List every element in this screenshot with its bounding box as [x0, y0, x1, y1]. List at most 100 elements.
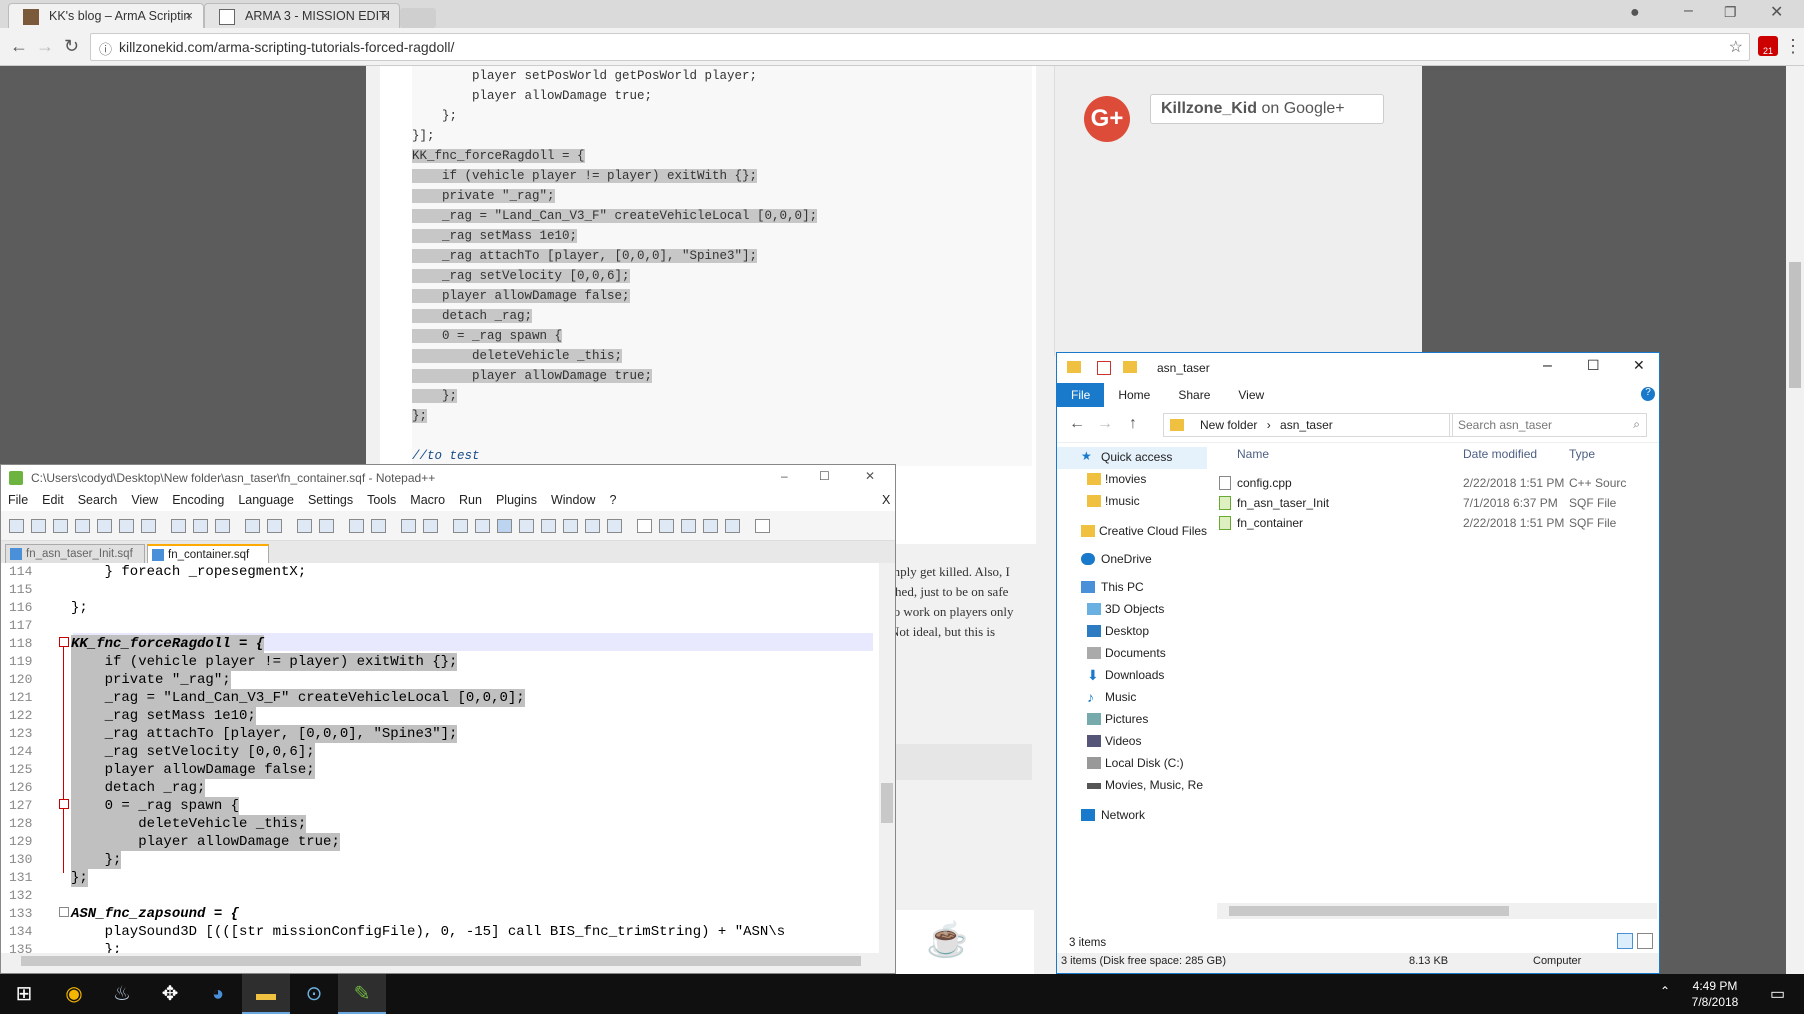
nav-pictures[interactable]: Pictures — [1057, 709, 1207, 731]
monitoring-icon[interactable] — [585, 519, 600, 533]
list-scroll-thumb[interactable] — [1229, 906, 1509, 916]
editor-horizontal-scrollbar[interactable] — [1, 953, 895, 969]
new-folder-icon[interactable] — [1123, 361, 1137, 373]
arma-launcher-icon[interactable]: ⊙ — [290, 974, 338, 1014]
sync-vertical-icon[interactable] — [401, 519, 416, 533]
fold-marker-icon[interactable] — [59, 637, 69, 647]
zoom-in-icon[interactable] — [349, 519, 364, 533]
record-macro-icon[interactable] — [637, 519, 652, 533]
dev-app-icon[interactable]: ✥ — [146, 974, 194, 1014]
up-icon[interactable]: ↑ — [1129, 415, 1137, 433]
nav-onedrive[interactable]: OneDrive — [1057, 549, 1207, 571]
menu-window[interactable]: Window — [544, 491, 602, 509]
chrome-menu-icon[interactable]: ⋮ — [1784, 36, 1802, 57]
fold-marker-icon[interactable] — [59, 799, 69, 809]
menu-file[interactable]: File — [1, 491, 35, 509]
maximize-icon[interactable]: ☐ — [819, 469, 830, 483]
indent-guide-icon[interactable] — [497, 519, 512, 533]
details-view-icon[interactable] — [1617, 933, 1633, 949]
forward-icon[interactable]: → — [1097, 415, 1113, 433]
bookmark-star-icon[interactable]: ☆ — [1729, 37, 1743, 57]
nav-network[interactable]: Network — [1057, 805, 1207, 827]
sync-horizontal-icon[interactable] — [423, 519, 438, 533]
close-document-button[interactable]: X — [875, 491, 897, 509]
google-plus-badge[interactable]: Killzone_Kid on Google+ — [1150, 94, 1384, 124]
replace-icon[interactable] — [319, 519, 334, 533]
stop-macro-icon[interactable] — [659, 519, 674, 533]
show-all-chars-icon[interactable] — [475, 519, 490, 533]
spell-check-icon[interactable] — [755, 519, 770, 533]
ribbon-tab-home[interactable]: Home — [1104, 383, 1164, 407]
doc-map-icon[interactable] — [519, 519, 534, 533]
nav-documents[interactable]: Documents — [1057, 643, 1207, 665]
close-icon[interactable]: ✕ — [1633, 357, 1645, 374]
find-icon[interactable] — [297, 519, 312, 533]
menu-help[interactable]: ? — [602, 491, 623, 509]
close-window-icon[interactable]: ✕ — [1770, 2, 1783, 22]
back-icon[interactable]: ← — [10, 36, 28, 57]
help-icon[interactable]: ? — [1641, 387, 1655, 401]
close-file-icon[interactable] — [97, 519, 112, 533]
cut-icon[interactable] — [171, 519, 186, 533]
menu-language[interactable]: Language — [231, 491, 301, 509]
menu-search[interactable]: Search — [71, 491, 125, 509]
file-row[interactable]: fn_container 2/22/2018 1:51 PM SQF File — [1217, 513, 1659, 533]
function-list-icon[interactable] — [541, 519, 556, 533]
tab-close-icon[interactable]: × — [381, 8, 389, 23]
undo-icon[interactable] — [245, 519, 260, 533]
view-icon[interactable] — [607, 519, 622, 533]
fold-marker-icon[interactable] — [59, 907, 69, 917]
nav-downloads[interactable]: ⬇ Downloads — [1057, 665, 1207, 687]
large-icons-view-icon[interactable] — [1637, 933, 1653, 949]
menu-encoding[interactable]: Encoding — [165, 491, 231, 509]
menu-view[interactable]: View — [124, 491, 165, 509]
play-macro-icon[interactable] — [681, 519, 696, 533]
minimize-icon[interactable]: – — [1684, 2, 1693, 20]
uplay-icon[interactable]: ◕ — [194, 974, 242, 1014]
print-icon[interactable] — [141, 519, 156, 533]
word-wrap-icon[interactable] — [453, 519, 468, 533]
redo-icon[interactable] — [267, 519, 282, 533]
nav-this-pc[interactable]: This PC — [1057, 577, 1207, 599]
explorer-title-bar[interactable]: asn_taser – ☐ ✕ — [1057, 353, 1659, 383]
list-horizontal-scrollbar[interactable] — [1217, 903, 1657, 919]
ribbon-tab-view[interactable]: View — [1224, 383, 1278, 407]
show-hidden-icons-icon[interactable]: ⌃ — [1660, 984, 1670, 998]
browser-tab-kk-blog[interactable]: KK's blog – ArmA Scriptin × — [8, 3, 204, 28]
ribbon-tab-file[interactable]: File — [1057, 383, 1105, 407]
nav-quick-access[interactable]: ★ Quick access — [1057, 447, 1207, 469]
explorer-search-input[interactable]: Search asn_taser ⌕ — [1449, 413, 1647, 437]
open-file-icon[interactable] — [31, 519, 46, 533]
folder-workspace-icon[interactable] — [563, 519, 578, 533]
nav-videos[interactable]: Videos — [1057, 731, 1207, 753]
nav-creative-cloud[interactable]: Creative Cloud Files — [1057, 521, 1207, 543]
menu-plugins[interactable]: Plugins — [489, 491, 544, 509]
notepad-title-bar[interactable]: C:\Users\codyd\Desktop\New folder\asn_ta… — [1, 465, 895, 491]
editor-hscroll-thumb[interactable] — [21, 956, 861, 966]
editor-scroll-thumb[interactable] — [881, 783, 893, 823]
reload-icon[interactable]: ↻ — [64, 36, 79, 57]
zoom-out-icon[interactable] — [371, 519, 386, 533]
page-scroll-thumb[interactable] — [1789, 262, 1801, 388]
menu-macro[interactable]: Macro — [403, 491, 452, 509]
nav-music-pinned[interactable]: !music — [1057, 491, 1207, 513]
menu-tools[interactable]: Tools — [360, 491, 403, 509]
file-row[interactable]: fn_asn_taser_Init 7/1/2018 6:37 PM SQF F… — [1217, 493, 1659, 513]
taskbar-clock[interactable]: 4:49 PM 7/8/2018 — [1680, 978, 1750, 1012]
path-segment[interactable]: New folder — [1200, 418, 1257, 432]
menu-settings[interactable]: Settings — [301, 491, 360, 509]
new-tab-button[interactable] — [400, 8, 436, 28]
extension-icon[interactable]: 21 — [1758, 36, 1778, 56]
column-header-date[interactable]: Date modified — [1463, 447, 1537, 461]
nav-movies[interactable]: !movies — [1057, 469, 1207, 491]
nav-music[interactable]: ♪ Music — [1057, 687, 1207, 709]
nav-movies-music-drive[interactable]: Movies, Music, Re — [1057, 775, 1207, 797]
google-plus-icon[interactable]: G+ — [1084, 96, 1130, 142]
browser-tab-arma-editing[interactable]: ARMA 3 - MISSION EDITI × — [204, 3, 400, 28]
profile-icon[interactable]: ● — [1630, 4, 1640, 22]
close-icon[interactable]: ✕ — [865, 469, 875, 483]
copy-icon[interactable] — [193, 519, 208, 533]
save-icon[interactable] — [53, 519, 68, 533]
column-header-name[interactable]: Name — [1237, 447, 1269, 461]
new-file-icon[interactable] — [9, 519, 24, 533]
